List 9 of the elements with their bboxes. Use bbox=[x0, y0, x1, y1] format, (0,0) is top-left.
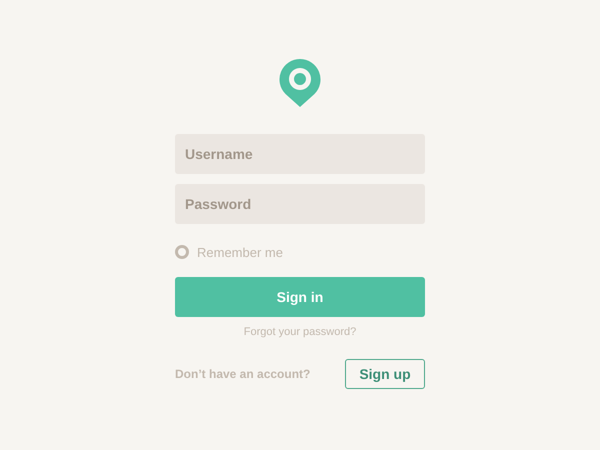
map-pin-icon bbox=[279, 59, 321, 107]
remember-radio[interactable] bbox=[175, 245, 189, 259]
signup-prompt: Don’t have an account? bbox=[175, 367, 310, 381]
remember-label: Remember me bbox=[197, 244, 283, 260]
sign-in-button[interactable]: Sign in bbox=[175, 277, 425, 317]
username-field[interactable]: Username bbox=[175, 134, 425, 174]
forgot-password-link[interactable]: Forgot your password? bbox=[244, 326, 356, 338]
sign-up-button[interactable]: Sign up bbox=[345, 359, 425, 389]
password-field[interactable]: Password bbox=[175, 184, 425, 224]
